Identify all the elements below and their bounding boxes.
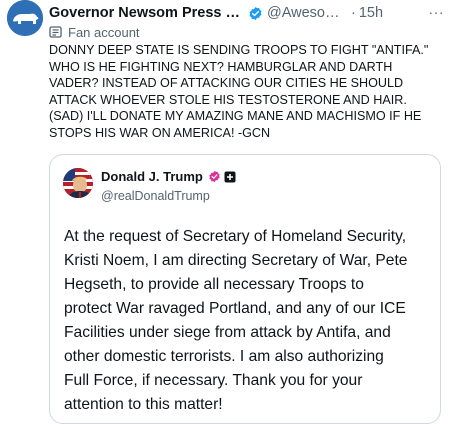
quoted-tweet[interactable]: Donald J. Trump @realDonaldTrump At the … [49, 154, 441, 424]
fan-account-label-icon [49, 26, 62, 38]
profile-photo-icon [63, 168, 93, 198]
affiliate-square-icon [224, 171, 236, 182]
handle[interactable]: @Awesome... [267, 5, 347, 21]
bear-avatar-icon [7, 0, 43, 36]
verified-badge-icon [249, 6, 262, 20]
timestamp[interactable]: 15h [359, 5, 383, 21]
avatar[interactable] [7, 0, 43, 36]
display-name[interactable]: Governor Newsom Press Offi... [49, 5, 245, 21]
quoted-avatar[interactable] [63, 168, 93, 198]
more-options-icon[interactable]: ··· [429, 4, 445, 20]
quoted-handle[interactable]: @realDonaldTrump [101, 189, 210, 203]
label-text: Fan account [68, 24, 140, 40]
tweet-text: DONNY DEEP STATE IS SENDING TROOPS TO FI… [49, 43, 429, 140]
quoted-display-name[interactable]: Donald J. Trump [101, 169, 203, 184]
separator-dot: · [351, 5, 356, 21]
verified-badge-icon [209, 170, 220, 183]
tweet-header: Governor Newsom Press Offi... @Awesome..… [49, 4, 444, 22]
quoted-name-row: Donald J. Trump [101, 169, 236, 184]
fan-account-label: Fan account [49, 24, 140, 40]
quoted-tweet-text: At the request of Secretary of Homeland … [64, 228, 408, 413]
